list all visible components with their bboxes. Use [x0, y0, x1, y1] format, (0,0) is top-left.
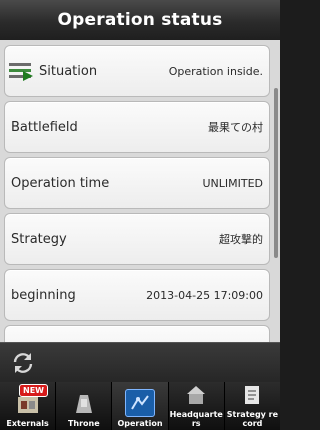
- status-list[interactable]: Situation Operation inside. Battlefield …: [0, 40, 280, 342]
- list-item-value: 超攻撃的: [219, 233, 263, 246]
- headquarters-icon: [181, 382, 211, 408]
- list-item-battlefield[interactable]: Battlefield 最果ての村: [4, 101, 270, 153]
- title-bar: Operation status: [0, 0, 280, 41]
- tab-externals[interactable]: NEW Externals: [0, 382, 57, 430]
- list-item-value: 2013-04-25 17:09:00: [146, 288, 263, 302]
- tab-label: Throne: [67, 419, 100, 428]
- strategy-record-icon: [237, 382, 267, 408]
- list-item-value: 最果ての村: [208, 121, 263, 134]
- tab-headquarters[interactable]: Headquarters: [169, 382, 225, 430]
- situation-icon: [9, 60, 35, 82]
- tab-label: Operation: [117, 419, 163, 428]
- new-badge: NEW: [19, 384, 48, 397]
- tab-operation[interactable]: Operation: [112, 382, 169, 430]
- tab-label: Headquarters: [169, 410, 223, 428]
- scrollbar[interactable]: [274, 88, 278, 258]
- tab-throne[interactable]: Throne: [56, 382, 113, 430]
- tab-bar: NEW Externals Throne Operation Headquart: [0, 382, 280, 430]
- throne-icon: [69, 389, 99, 417]
- list-item-label: Battlefield: [11, 119, 78, 135]
- list-item-situation[interactable]: Situation Operation inside.: [4, 45, 270, 97]
- list-item-strategy[interactable]: Strategy 超攻撃的: [4, 213, 270, 265]
- refresh-button[interactable]: [10, 350, 36, 376]
- list-item-operation-time[interactable]: Operation time UNLIMITED: [4, 157, 270, 209]
- list-item-value: Operation inside.: [168, 64, 263, 78]
- tab-label: Strategy record: [226, 410, 279, 428]
- list-item-label: beginning: [11, 287, 76, 303]
- refresh-bar: [0, 342, 280, 383]
- list-item-value: UNLIMITED: [202, 176, 263, 190]
- tab-label: Externals: [6, 419, 49, 428]
- tab-strategy-record[interactable]: Strategy record: [225, 382, 280, 430]
- page-title: Operation status: [57, 10, 223, 30]
- list-item-label: Situation: [39, 63, 98, 79]
- list-item-label: Operation time: [11, 175, 110, 191]
- refresh-icon: [13, 353, 33, 373]
- list-item-beginning[interactable]: beginning 2013-04-25 17:09:00: [4, 269, 270, 321]
- list-item-partial[interactable]: [4, 325, 270, 342]
- list-item-label: Strategy: [11, 231, 67, 247]
- operation-icon: [125, 389, 155, 417]
